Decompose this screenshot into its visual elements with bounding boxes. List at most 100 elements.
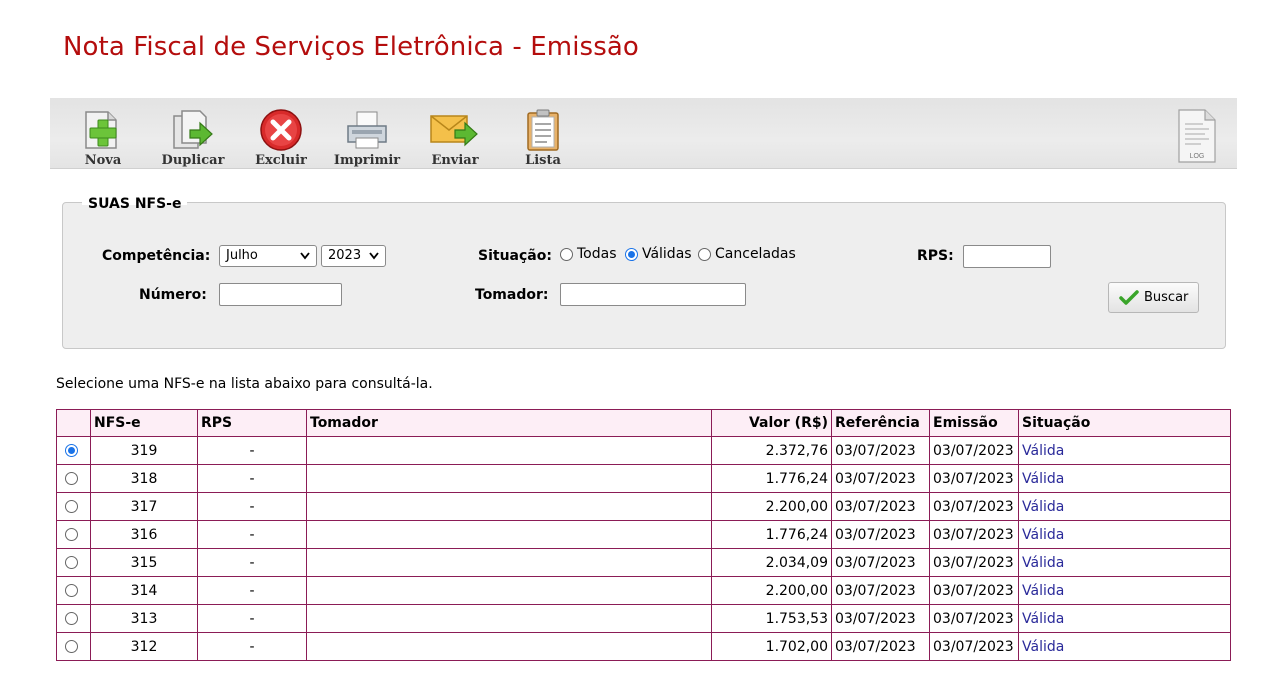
nfse-table: NFS-e RPS Tomador Valor (R$) Referência … <box>56 409 1231 661</box>
delete-button-label: Excluir <box>255 153 307 168</box>
row-radio[interactable] <box>65 472 78 485</box>
cell-rps: - <box>197 436 307 465</box>
cell-tomador <box>306 632 712 661</box>
filter-panel <box>62 202 1226 349</box>
cell-referencia: 03/07/2023 <box>831 436 930 465</box>
cell-situacao: Válida <box>1018 464 1231 493</box>
row-radio[interactable] <box>65 528 78 541</box>
cell-tomador <box>306 548 712 577</box>
radio-validas[interactable] <box>624 247 638 261</box>
row-select-cell <box>56 492 91 521</box>
table-row[interactable]: 319 - 2.372,76 03/07/2023 03/07/2023 Vál… <box>56 436 1231 465</box>
table-row[interactable]: 313 - 1.753,53 03/07/2023 03/07/2023 Vál… <box>56 604 1231 633</box>
row-select-cell <box>56 436 91 465</box>
chevron-down-icon <box>300 252 310 260</box>
radio-canceladas[interactable] <box>698 247 712 261</box>
radio-validas-label: Válidas <box>641 246 692 262</box>
col-referencia: Referência <box>831 409 930 437</box>
delete-icon <box>260 109 302 151</box>
row-select-cell <box>56 576 91 605</box>
cell-valor: 2.372,76 <box>711 436 832 465</box>
search-button[interactable]: Buscar <box>1108 282 1199 313</box>
month-select[interactable]: Julho <box>219 245 317 267</box>
duplicate-button[interactable]: Duplicar <box>158 106 228 168</box>
cell-nfse: 319 <box>90 436 198 465</box>
cell-emissao: 03/07/2023 <box>929 436 1019 465</box>
cell-valor: 1.776,24 <box>711 520 832 549</box>
table-row[interactable]: 316 - 1.776,24 03/07/2023 03/07/2023 Vál… <box>56 520 1231 549</box>
table-row[interactable]: 315 - 2.034,09 03/07/2023 03/07/2023 Vál… <box>56 548 1231 577</box>
print-button[interactable]: Imprimir <box>332 106 402 168</box>
cell-tomador <box>306 436 712 465</box>
row-radio[interactable] <box>65 556 78 569</box>
cell-nfse: 312 <box>90 632 198 661</box>
cell-emissao: 03/07/2023 <box>929 632 1019 661</box>
row-radio[interactable] <box>65 584 78 597</box>
log-button[interactable]: LOG <box>1175 108 1219 164</box>
cell-situacao: Válida <box>1018 632 1231 661</box>
list-hint: Selecione uma NFS-e na lista abaixo para… <box>56 376 433 392</box>
log-file-icon: LOG <box>1178 109 1216 163</box>
tomador-input[interactable] <box>560 283 746 306</box>
cell-referencia: 03/07/2023 <box>831 632 930 661</box>
cell-nfse: 315 <box>90 548 198 577</box>
new-button[interactable]: Nova <box>68 106 138 168</box>
cell-valor: 2.200,00 <box>711 492 832 521</box>
rps-label: RPS: <box>917 248 954 264</box>
month-select-value: Julho <box>226 248 258 263</box>
cell-referencia: 03/07/2023 <box>831 548 930 577</box>
row-select-cell <box>56 632 91 661</box>
cell-emissao: 03/07/2023 <box>929 492 1019 521</box>
cell-valor: 2.200,00 <box>711 576 832 605</box>
cell-tomador <box>306 520 712 549</box>
cell-emissao: 03/07/2023 <box>929 548 1019 577</box>
row-radio[interactable] <box>65 444 78 457</box>
col-tomador: Tomador <box>306 409 712 437</box>
radio-todas[interactable] <box>560 247 573 261</box>
table-row[interactable]: 312 - 1.702,00 03/07/2023 03/07/2023 Vál… <box>56 632 1231 661</box>
cell-referencia: 03/07/2023 <box>831 492 930 521</box>
table-row[interactable]: 317 - 2.200,00 03/07/2023 03/07/2023 Vál… <box>56 492 1231 521</box>
cell-situacao: Válida <box>1018 436 1231 465</box>
cell-rps: - <box>197 632 307 661</box>
new-button-label: Nova <box>84 153 122 168</box>
cell-nfse: 314 <box>90 576 198 605</box>
row-radio[interactable] <box>65 500 78 513</box>
filter-legend: SUAS NFS-e <box>82 196 188 212</box>
col-valor: Valor (R$) <box>711 409 832 437</box>
cell-nfse: 317 <box>90 492 198 521</box>
cell-tomador <box>306 604 712 633</box>
search-button-label: Buscar <box>1144 290 1189 305</box>
radio-canceladas-label: Canceladas <box>715 246 796 262</box>
send-mail-icon <box>430 115 478 147</box>
cell-rps: - <box>197 576 307 605</box>
cell-rps: - <box>197 548 307 577</box>
clipboard-list-icon <box>527 109 559 151</box>
situacao-radio-group: Todas Válidas Canceladas <box>560 246 796 262</box>
cell-situacao: Válida <box>1018 492 1231 521</box>
cell-situacao: Válida <box>1018 604 1231 633</box>
col-select <box>56 409 91 437</box>
numero-input[interactable] <box>219 283 342 306</box>
table-row[interactable]: 314 - 2.200,00 03/07/2023 03/07/2023 Vál… <box>56 576 1231 605</box>
send-button-label: Enviar <box>431 153 479 168</box>
col-situacao: Situação <box>1018 409 1231 437</box>
send-button[interactable]: Enviar <box>420 106 490 168</box>
list-button-label: Lista <box>525 153 561 168</box>
row-select-cell <box>56 520 91 549</box>
year-select-value: 2023 <box>328 248 362 263</box>
rps-input[interactable] <box>963 245 1051 268</box>
toolbar: Nova Duplicar Excluir Imprimir Enviar Li… <box>50 98 1237 169</box>
list-button[interactable]: Lista <box>508 106 578 168</box>
row-radio[interactable] <box>65 612 78 625</box>
row-select-cell <box>56 464 91 493</box>
year-select[interactable]: 2023 <box>321 245 386 267</box>
cell-nfse: 316 <box>90 520 198 549</box>
row-radio[interactable] <box>65 640 78 653</box>
competencia-label: Competência: <box>102 248 211 264</box>
delete-button[interactable]: Excluir <box>246 106 316 168</box>
table-row[interactable]: 318 - 1.776,24 03/07/2023 03/07/2023 Vál… <box>56 464 1231 493</box>
cell-rps: - <box>197 492 307 521</box>
new-document-icon <box>85 111 117 149</box>
cell-rps: - <box>197 604 307 633</box>
